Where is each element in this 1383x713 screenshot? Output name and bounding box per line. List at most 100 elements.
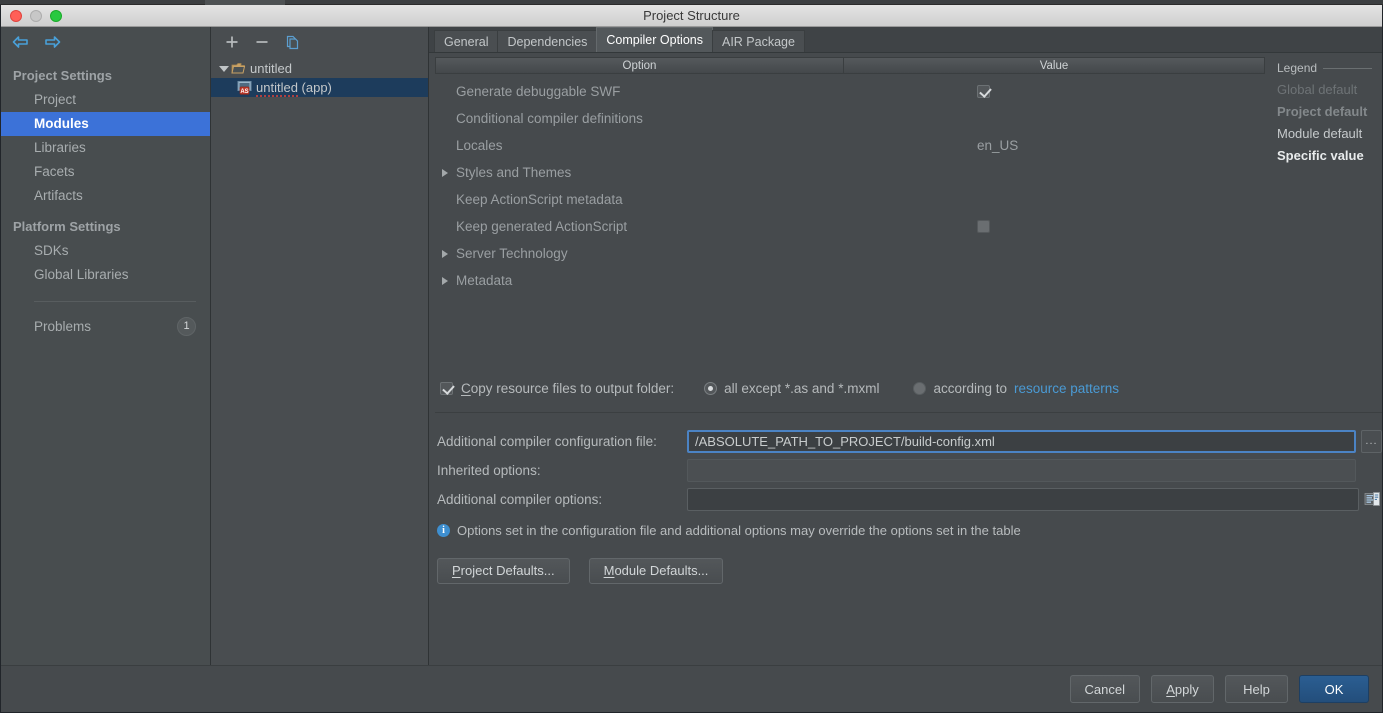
sidebar-item-artifacts[interactable]: Artifacts [1,184,210,208]
chevron-right-icon[interactable] [440,249,456,258]
options-table-body: Generate debuggable SWF Conditional comp… [435,74,1265,294]
forward-arrow-icon[interactable] [43,34,61,50]
sidebar-group-platform-settings: Platform Settings SDKs Global Libraries [1,214,210,287]
chevron-right-icon[interactable] [440,276,456,285]
cancel-button[interactable]: Cancel [1069,675,1140,703]
project-defaults-mnemonic: P [452,563,461,578]
table-row[interactable]: Generate debuggable SWF [435,78,1265,105]
value-cell[interactable] [843,220,1265,233]
option-label: Server Technology [456,246,568,261]
back-arrow-icon[interactable] [11,34,29,50]
help-button[interactable]: Help [1225,675,1288,703]
legend-title-row: Legend [1277,61,1372,75]
legend-item-module-default: Module default [1277,126,1363,141]
options-table-header: Option Value [435,57,1265,74]
option-cell: Server Technology [435,246,843,261]
compiler-options-form: Copy resource files to output folder: al… [429,376,1382,584]
project-defaults-label: roject Defaults... [460,563,555,578]
additional-config-file-input[interactable]: /ABSOLUTE_PATH_TO_PROJECT/build-config.x… [687,429,1356,453]
radio-according-to-label: according to [933,381,1007,396]
chevron-down-icon[interactable] [217,65,231,72]
main-panel: General Dependencies Compiler Options AI… [429,27,1382,665]
checkbox-keep-generated-actionscript[interactable] [977,220,990,233]
remove-module-icon[interactable] [253,33,271,51]
column-header-option[interactable]: Option [436,58,844,73]
zoom-button-icon[interactable] [50,10,62,22]
copy-module-icon[interactable] [283,33,301,51]
expand-editor-icon[interactable] [1363,490,1382,509]
problems-count-badge: 1 [177,316,196,336]
browse-ellipsis-button[interactable]: ... [1361,429,1382,453]
table-row[interactable]: Metadata [435,267,1265,294]
chevron-right-icon[interactable] [440,168,456,177]
override-note: i Options set in the configuration file … [435,518,1382,544]
apply-button[interactable]: Apply [1151,675,1214,703]
sidebar-item-libraries[interactable]: Libraries [1,136,210,160]
option-cell: Keep ActionScript metadata [435,192,843,207]
module-defaults-button[interactable]: Module Defaults... [588,557,724,584]
modules-tree: untitled AS untitled (app) [211,57,428,97]
checkbox-copy-resource-files[interactable] [440,382,453,395]
ok-button[interactable]: OK [1299,675,1369,703]
add-module-icon[interactable] [223,33,241,51]
radio-all-except-input[interactable] [704,382,718,395]
table-row[interactable]: Conditional compiler definitions [435,105,1265,132]
tab-compiler-options[interactable]: Compiler Options [596,27,713,52]
value-cell[interactable] [843,85,1265,98]
value-cell[interactable]: en_US [843,138,1265,153]
radio-all-except[interactable]: all except *.as and *.mxml [704,381,879,396]
close-button-icon[interactable] [10,10,22,22]
tab-general[interactable]: General [434,30,499,52]
field-label: Inherited options: [437,462,541,478]
traffic-lights [10,5,62,27]
legend-item-specific-value: Specific value [1277,148,1364,163]
sidebar-item-project[interactable]: Project [1,88,210,112]
field-inherited-options: Inherited options: [435,456,1382,485]
option-label: Conditional compiler definitions [456,111,643,126]
copy-resources-label: Copy resource files to output folder: [461,381,675,396]
checkbox-generate-debuggable-swf[interactable] [977,85,990,98]
tab-dependencies[interactable]: Dependencies [497,30,598,52]
table-row[interactable]: Server Technology [435,240,1265,267]
table-row[interactable]: Locales en_US [435,132,1265,159]
tree-row-project[interactable]: untitled [211,59,428,78]
sidebar-header-platform-settings: Platform Settings [13,219,121,234]
option-cell: Generate debuggable SWF [435,84,843,99]
sidebar-item-problems[interactable]: Problems 1 [1,314,210,338]
tab-air-package[interactable]: AIR Package [711,30,805,52]
sidebar-item-modules[interactable]: Modules [1,112,210,136]
form-divider [435,411,1382,413]
copy-resources-row: Copy resource files to output folder: al… [435,376,1382,402]
info-icon: i [437,524,450,537]
tree-row-module[interactable]: AS untitled (app) [211,78,428,97]
legend-item-global-default: Global default [1277,82,1358,97]
dialog-footer: Cancel Apply Help OK [1,665,1382,712]
table-row[interactable]: Keep generated ActionScript [435,213,1265,240]
option-label: Styles and Themes [456,165,572,180]
modules-toolbar [211,27,428,57]
table-row[interactable]: Styles and Themes [435,159,1265,186]
project-defaults-button[interactable]: Project Defaults... [437,557,570,584]
sidebar-header-project-settings: Project Settings [13,68,112,83]
tree-row-label: untitled (app) [256,80,332,97]
sidebar-item-sdks[interactable]: SDKs [1,239,210,263]
table-row[interactable]: Keep ActionScript metadata [435,186,1265,213]
radio-according-to-input[interactable] [913,382,927,395]
field-additional-compiler-options: Additional compiler options: [435,485,1382,514]
tree-row-module-name: untitled [256,80,298,97]
apply-mnemonic: A [1166,681,1175,697]
sidebar-item-global-libraries[interactable]: Global Libraries [1,263,210,287]
resource-patterns-link[interactable]: resource patterns [1014,381,1119,396]
field-additional-config-file: Additional compiler configuration file: … [435,427,1382,456]
sidebar-divider [34,301,196,302]
additional-compiler-options-input[interactable] [687,487,1359,511]
folder-icon [231,62,246,75]
radio-according-to[interactable]: according to resource patterns [913,381,1119,396]
sidebar-item-facets[interactable]: Facets [1,160,210,184]
tab-label: General [444,34,489,49]
sidebar-item-label: Project [34,92,77,107]
field-label: Additional compiler options: [437,491,603,507]
minimize-button-icon[interactable] [30,10,42,22]
column-header-value[interactable]: Value [844,58,1264,73]
actionscript-module-icon: AS [237,80,253,95]
